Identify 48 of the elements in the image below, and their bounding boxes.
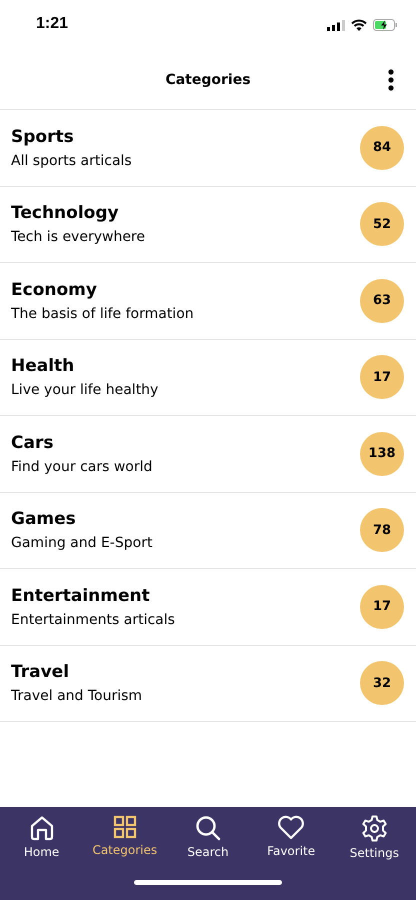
category-description: Live your life healthy (11, 382, 158, 398)
status-time: 1:21 (36, 15, 68, 33)
category-name: Travel (11, 662, 70, 682)
category-name: Entertainment (11, 586, 151, 606)
more-icon[interactable] (388, 69, 394, 91)
heart-icon (277, 815, 306, 840)
tab[interactable]: Settings (334, 815, 414, 860)
tab[interactable]: Search (168, 815, 248, 860)
settings-icon (360, 815, 388, 842)
article-count: 78 (360, 508, 404, 552)
category-name: Economy (11, 280, 98, 300)
category-name: Games (11, 509, 77, 530)
category-row[interactable]: Technology Tech is everywhere 52 (0, 186, 416, 263)
article-count: 17 (360, 584, 404, 629)
category-description: Tech is everywhere (11, 229, 145, 246)
category-row[interactable]: Sports All sports articals 84 (0, 110, 416, 186)
category-row[interactable]: Travel Travel and Tourism 32 (0, 646, 416, 722)
category-description: Entertainments articals (11, 612, 175, 628)
category-name: Technology (11, 203, 120, 224)
grid-icon (112, 815, 137, 839)
category-description: All sports articals (11, 152, 132, 169)
category-row[interactable]: Cars Find your cars world 138 (0, 416, 416, 492)
tab[interactable]: Home (2, 815, 82, 860)
tab[interactable]: Categories (84, 815, 165, 860)
category-name: Sports (11, 126, 75, 147)
article-count: 52 (360, 202, 404, 246)
home-icon (28, 815, 55, 841)
category-description: Gaming and E-Sport (11, 535, 152, 552)
battery-icon (373, 19, 398, 31)
wifi-icon (351, 19, 367, 31)
article-count: 138 (360, 432, 404, 476)
search-icon (194, 815, 221, 841)
article-count: 17 (360, 355, 404, 400)
category-row[interactable]: Health Live your life healthy 17 (0, 340, 416, 416)
article-count: 84 (360, 126, 404, 170)
page-title: Categories (165, 72, 251, 88)
category-description: Travel and Tourism (11, 688, 142, 704)
category-description: The basis of life formation (11, 306, 194, 322)
category-description: Find your cars world (11, 458, 152, 475)
signal-icon (327, 20, 345, 30)
category-row[interactable]: Entertainment Entertainments articals 17 (0, 569, 416, 646)
category-row[interactable]: Economy The basis of life formation 63 (0, 263, 416, 340)
category-name: Cars (11, 432, 54, 453)
category-name: Health (11, 356, 76, 376)
article-count: 32 (360, 661, 404, 706)
article-count: 63 (360, 278, 404, 323)
tab[interactable]: Favorite (251, 815, 332, 860)
category-row[interactable]: Games Gaming and E-Sport 78 (0, 492, 416, 569)
